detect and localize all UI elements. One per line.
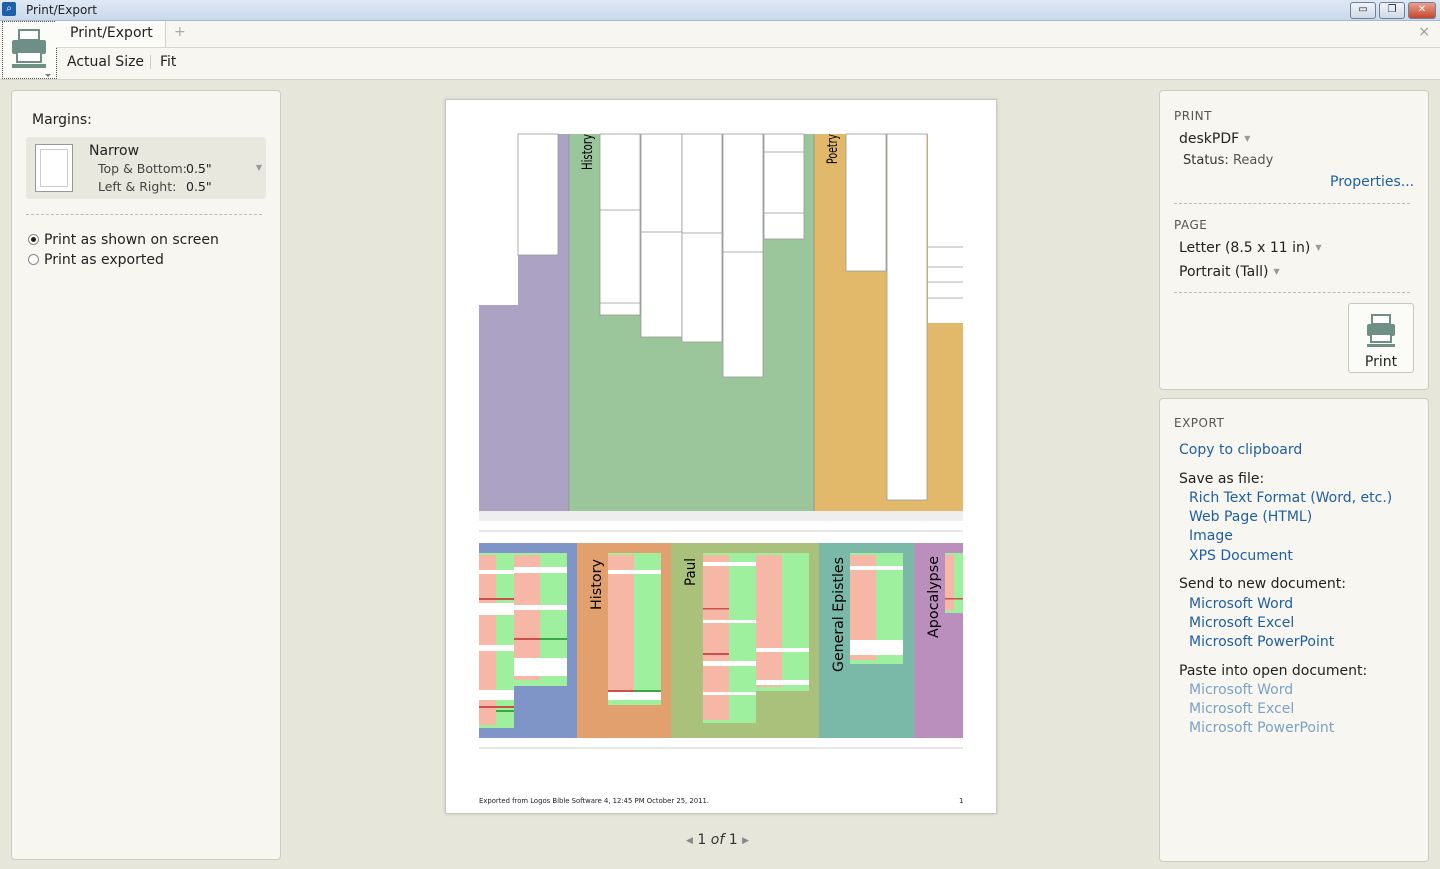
paste-into-label: Paste into open document: [1179,663,1368,679]
margins-dropdown[interactable]: Narrow Top & Bottom: 0.5" Left & Right: … [26,137,266,199]
page-heading: PAGE [1174,218,1208,232]
preview-charts: History Poetry History Paul General Epis… [479,133,963,805]
print-heading: PRINT [1174,109,1212,123]
paste-excel-link: Microsoft Excel [1189,701,1295,717]
bottom-label-history: History [589,559,605,610]
top-white-column [517,133,559,256]
properties-link[interactable]: Properties... [1330,174,1414,190]
printer-icon [1367,314,1395,347]
title-bar: ⌕ Print/Export ▭ ❐ ✕ [0,0,1440,21]
top-white-column [681,133,723,343]
top-white-column [763,133,805,240]
previous-page-icon[interactable]: ◀ [686,836,693,846]
printer-status: Status: Ready [1183,153,1273,168]
paper-size: Letter (8.5 x 11 in) [1179,240,1311,256]
status-label: Status: [1183,153,1229,168]
left-right-value: 0.5" [186,179,212,194]
divider [1174,203,1410,204]
paste-word-link: Microsoft Word [1189,682,1294,698]
top-bottom-label: Top & Bottom: [98,161,187,176]
margin-preset-name: Narrow [89,143,140,159]
add-tab-icon[interactable]: + [174,24,186,40]
copy-to-clipboard-link[interactable]: Copy to clipboard [1179,442,1302,458]
toolbar: Print/Export + × Actual Size Fit [0,21,1440,80]
divider [26,214,262,215]
bottom-label-apocalypse: Apocalypse [926,556,942,638]
bottom-chart: History Paul General Epistles Apocalypse [479,543,963,749]
export-panel: EXPORT Copy to clipboard Save as file: R… [1159,398,1429,862]
save-rtf-link[interactable]: Rich Text Format (Word, etc.) [1189,490,1392,506]
minimize-icon[interactable]: ▭ [1350,2,1376,19]
top-label-history: History [580,134,596,170]
print-button-label: Print [1364,354,1398,370]
orientation-dropdown[interactable]: Portrait (Tall) ▼ [1179,264,1280,280]
radio-unselected-icon[interactable] [28,254,39,265]
fit-button[interactable]: Fit [160,54,176,70]
top-white-column [640,133,683,338]
status-value: Ready [1232,153,1274,168]
send-excel-link[interactable]: Microsoft Excel [1189,615,1294,631]
restore-icon[interactable]: ❐ [1379,2,1405,19]
margins-label: Margins: [32,112,92,128]
chevron-down-icon: ▼ [255,163,262,172]
send-to-label: Send to new document: [1179,576,1346,592]
printer-menu-button[interactable] [2,21,57,79]
pager-current: 1 [697,832,707,848]
top-white-column [722,133,764,378]
zoom-divider [150,55,151,69]
chevron-down-icon: ▼ [1315,243,1322,252]
pager-total: 1 [728,832,738,848]
radio-label: Print as shown on screen [44,232,219,248]
bottom-label-general-epistles: General Epistles [831,557,847,672]
radio-selected-icon[interactable] [28,234,39,245]
save-image-link[interactable]: Image [1189,528,1233,544]
page-margin-thumbnail [35,144,73,192]
pager-of: of [710,832,725,848]
preview-footer-text: Exported from Logos Bible Software 4, 12… [479,797,709,805]
top-chart: History Poetry [479,133,963,532]
printer-name: deskPDF [1179,131,1240,147]
tab-print-export[interactable]: Print/Export [56,21,166,47]
margins-panel: Margins: Narrow Top & Bottom: 0.5" Left … [11,90,281,860]
save-html-link[interactable]: Web Page (HTML) [1189,509,1312,525]
paper-size-dropdown[interactable]: Letter (8.5 x 11 in) ▼ [1179,240,1322,256]
radio-print-as-shown[interactable]: Print as shown on screen [28,232,219,248]
actual-size-button[interactable]: Actual Size [67,54,144,70]
close-icon[interactable]: ✕ [1408,2,1436,19]
top-bottom-value: 0.5" [186,161,212,176]
radio-label: Print as exported [44,252,164,268]
top-white-column [599,133,641,316]
bottom-label-paul: Paul [683,558,699,586]
divider [1174,292,1410,293]
tab-strip: Print/Export + × [56,21,1440,48]
save-as-file-label: Save as file: [1179,471,1265,487]
top-white-column [928,134,963,323]
printer-dropdown[interactable]: deskPDF ▼ [1179,131,1250,147]
page-navigator: ◀ 1 of 1 ▶ [686,832,749,848]
top-chart-axis [479,511,963,521]
top-white-column [886,133,928,501]
print-button[interactable]: Print [1348,303,1414,373]
logos-app-icon: ⌕ [2,2,16,16]
left-right-label: Left & Right: [98,179,177,194]
window-title: Print/Export [26,3,97,17]
print-preview-page: History Poetry History Paul General Epis… [445,99,997,814]
chevron-down-icon: ▼ [1244,134,1251,143]
top-white-column [845,133,887,272]
next-page-icon[interactable]: ▶ [742,836,749,846]
paste-powerpoint-link: Microsoft PowerPoint [1189,720,1335,736]
save-xps-link[interactable]: XPS Document [1189,548,1293,564]
send-word-link[interactable]: Microsoft Word [1189,596,1293,612]
orientation: Portrait (Tall) [1179,264,1269,280]
send-powerpoint-link[interactable]: Microsoft PowerPoint [1189,634,1334,650]
preview-page-number: 1 [959,797,963,805]
print-panel: PRINT deskPDF ▼ Status: Ready Properties.… [1159,90,1429,390]
radio-print-as-exported[interactable]: Print as exported [28,252,164,268]
printer-icon [12,29,51,77]
chevron-down-icon: ▼ [1273,267,1280,276]
export-heading: EXPORT [1174,416,1225,430]
close-tab-icon[interactable]: × [1418,24,1430,40]
top-label-poetry: Poetry [825,134,841,164]
top-white-column [479,134,518,305]
